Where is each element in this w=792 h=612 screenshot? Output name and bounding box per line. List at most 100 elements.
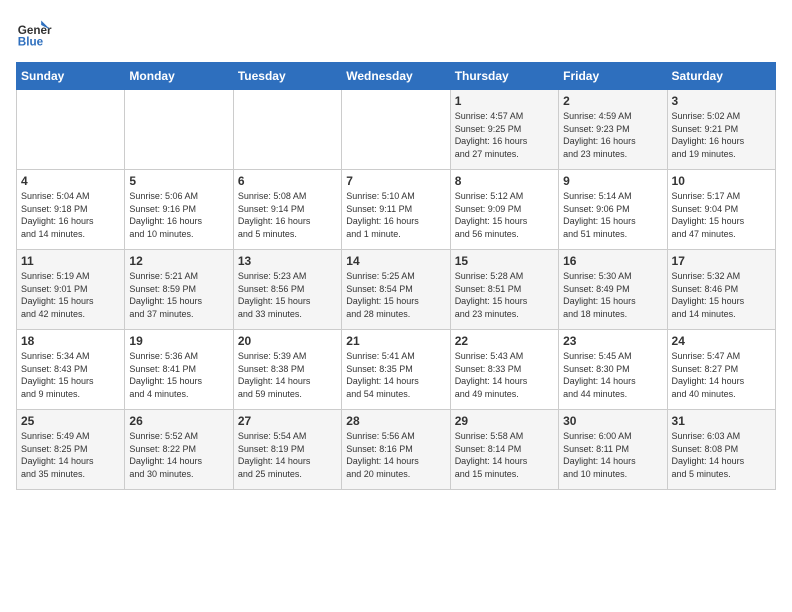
day-cell xyxy=(342,90,450,170)
day-info: Sunrise: 5:14 AM Sunset: 9:06 PM Dayligh… xyxy=(563,190,662,240)
day-cell: 10 Sunrise: 5:17 AM Sunset: 9:04 PM Dayli… xyxy=(667,170,775,250)
logo-icon: General Blue xyxy=(16,16,52,52)
day-info: Sunrise: 6:00 AM Sunset: 8:11 PM Dayligh… xyxy=(563,430,662,480)
day-info: Sunrise: 5:17 AM Sunset: 9:04 PM Dayligh… xyxy=(672,190,771,240)
day-number: 1 xyxy=(455,94,554,108)
day-info: Sunrise: 6:03 AM Sunset: 8:08 PM Dayligh… xyxy=(672,430,771,480)
week-row-3: 11Sunrise: 5:19 AM Sunset: 9:01 PM Dayli… xyxy=(17,250,776,330)
day-number: 8 xyxy=(455,174,554,188)
day-number: 19 xyxy=(129,334,228,348)
day-number: 25 xyxy=(21,414,120,428)
day-cell: 14Sunrise: 5:25 AM Sunset: 8:54 PM Dayli… xyxy=(342,250,450,330)
day-info: Sunrise: 5:02 AM Sunset: 9:21 PM Dayligh… xyxy=(672,110,771,160)
day-cell: 17 Sunrise: 5:32 AM Sunset: 8:46 PM Dayli… xyxy=(667,250,775,330)
day-info: Sunrise: 5:47 AM Sunset: 8:27 PM Dayligh… xyxy=(672,350,771,400)
day-cell: 25 Sunrise: 5:49 AM Sunset: 8:25 PM Dayli… xyxy=(17,410,125,490)
day-number: 7 xyxy=(346,174,445,188)
day-number: 20 xyxy=(238,334,337,348)
day-info: Sunrise: 5:23 AM Sunset: 8:56 PM Dayligh… xyxy=(238,270,337,320)
day-cell: 2 Sunrise: 4:59 AM Sunset: 9:23 PM Daylig… xyxy=(559,90,667,170)
header-wednesday: Wednesday xyxy=(342,63,450,90)
day-info: Sunrise: 5:56 AM Sunset: 8:16 PM Dayligh… xyxy=(346,430,445,480)
day-info: Sunrise: 5:04 AM Sunset: 9:18 PM Dayligh… xyxy=(21,190,120,240)
day-info: Sunrise: 5:39 AM Sunset: 8:38 PM Dayligh… xyxy=(238,350,337,400)
day-cell: 1 Sunrise: 4:57 AM Sunset: 9:25 PM Daylig… xyxy=(450,90,558,170)
day-cell: 19 Sunrise: 5:36 AM Sunset: 8:41 PM Dayli… xyxy=(125,330,233,410)
day-info: Sunrise: 5:28 AM Sunset: 8:51 PM Dayligh… xyxy=(455,270,554,320)
day-number: 17 xyxy=(672,254,771,268)
week-row-4: 18Sunrise: 5:34 AM Sunset: 8:43 PM Dayli… xyxy=(17,330,776,410)
day-cell: 20 Sunrise: 5:39 AM Sunset: 8:38 PM Dayli… xyxy=(233,330,341,410)
day-info: Sunrise: 5:32 AM Sunset: 8:46 PM Dayligh… xyxy=(672,270,771,320)
day-number: 30 xyxy=(563,414,662,428)
week-row-5: 25 Sunrise: 5:49 AM Sunset: 8:25 PM Dayli… xyxy=(17,410,776,490)
day-number: 31 xyxy=(672,414,771,428)
day-number: 16 xyxy=(563,254,662,268)
day-number: 22 xyxy=(455,334,554,348)
day-cell: 24 Sunrise: 5:47 AM Sunset: 8:27 PM Dayli… xyxy=(667,330,775,410)
day-cell: 6 Sunrise: 5:08 AM Sunset: 9:14 PM Daylig… xyxy=(233,170,341,250)
day-cell: 29Sunrise: 5:58 AM Sunset: 8:14 PM Dayli… xyxy=(450,410,558,490)
day-cell: 18Sunrise: 5:34 AM Sunset: 8:43 PM Dayli… xyxy=(17,330,125,410)
day-number: 9 xyxy=(563,174,662,188)
day-number: 26 xyxy=(129,414,228,428)
day-cell: 5 Sunrise: 5:06 AM Sunset: 9:16 PM Daylig… xyxy=(125,170,233,250)
day-number: 5 xyxy=(129,174,228,188)
day-cell: 9 Sunrise: 5:14 AM Sunset: 9:06 PM Daylig… xyxy=(559,170,667,250)
day-number: 13 xyxy=(238,254,337,268)
day-number: 23 xyxy=(563,334,662,348)
day-cell: 15 Sunrise: 5:28 AM Sunset: 8:51 PM Dayli… xyxy=(450,250,558,330)
week-row-2: 4 Sunrise: 5:04 AM Sunset: 9:18 PM Daylig… xyxy=(17,170,776,250)
day-number: 6 xyxy=(238,174,337,188)
day-info: Sunrise: 5:45 AM Sunset: 8:30 PM Dayligh… xyxy=(563,350,662,400)
day-cell: 16 Sunrise: 5:30 AM Sunset: 8:49 PM Dayli… xyxy=(559,250,667,330)
day-info: Sunrise: 5:21 AM Sunset: 8:59 PM Dayligh… xyxy=(129,270,228,320)
day-info: Sunrise: 5:25 AM Sunset: 8:54 PM Dayligh… xyxy=(346,270,445,320)
day-info: Sunrise: 5:54 AM Sunset: 8:19 PM Dayligh… xyxy=(238,430,337,480)
day-number: 10 xyxy=(672,174,771,188)
logo: General Blue xyxy=(16,16,52,52)
day-number: 12 xyxy=(129,254,228,268)
day-info: Sunrise: 5:06 AM Sunset: 9:16 PM Dayligh… xyxy=(129,190,228,240)
day-cell: 28Sunrise: 5:56 AM Sunset: 8:16 PM Dayli… xyxy=(342,410,450,490)
day-cell: 30 Sunrise: 6:00 AM Sunset: 8:11 PM Dayli… xyxy=(559,410,667,490)
day-info: Sunrise: 5:08 AM Sunset: 9:14 PM Dayligh… xyxy=(238,190,337,240)
day-info: Sunrise: 5:52 AM Sunset: 8:22 PM Dayligh… xyxy=(129,430,228,480)
header-saturday: Saturday xyxy=(667,63,775,90)
day-info: Sunrise: 5:43 AM Sunset: 8:33 PM Dayligh… xyxy=(455,350,554,400)
day-number: 27 xyxy=(238,414,337,428)
page-header: General Blue xyxy=(16,16,776,52)
day-info: Sunrise: 5:49 AM Sunset: 8:25 PM Dayligh… xyxy=(21,430,120,480)
day-number: 29 xyxy=(455,414,554,428)
day-info: Sunrise: 5:30 AM Sunset: 8:49 PM Dayligh… xyxy=(563,270,662,320)
day-cell: 26 Sunrise: 5:52 AM Sunset: 8:22 PM Dayli… xyxy=(125,410,233,490)
day-info: Sunrise: 5:19 AM Sunset: 9:01 PM Dayligh… xyxy=(21,270,120,320)
day-number: 21 xyxy=(346,334,445,348)
day-number: 3 xyxy=(672,94,771,108)
calendar-table: SundayMondayTuesdayWednesdayThursdayFrid… xyxy=(16,62,776,490)
day-info: Sunrise: 5:10 AM Sunset: 9:11 PM Dayligh… xyxy=(346,190,445,240)
calendar-header-row: SundayMondayTuesdayWednesdayThursdayFrid… xyxy=(17,63,776,90)
day-cell: 4 Sunrise: 5:04 AM Sunset: 9:18 PM Daylig… xyxy=(17,170,125,250)
day-cell: 13 Sunrise: 5:23 AM Sunset: 8:56 PM Dayli… xyxy=(233,250,341,330)
day-info: Sunrise: 4:57 AM Sunset: 9:25 PM Dayligh… xyxy=(455,110,554,160)
day-info: Sunrise: 4:59 AM Sunset: 9:23 PM Dayligh… xyxy=(563,110,662,160)
header-thursday: Thursday xyxy=(450,63,558,90)
day-cell xyxy=(233,90,341,170)
day-number: 2 xyxy=(563,94,662,108)
day-cell: 11Sunrise: 5:19 AM Sunset: 9:01 PM Dayli… xyxy=(17,250,125,330)
day-cell: 8 Sunrise: 5:12 AM Sunset: 9:09 PM Daylig… xyxy=(450,170,558,250)
svg-text:Blue: Blue xyxy=(18,36,44,49)
header-monday: Monday xyxy=(125,63,233,90)
day-info: Sunrise: 5:34 AM Sunset: 8:43 PM Dayligh… xyxy=(21,350,120,400)
day-number: 24 xyxy=(672,334,771,348)
day-info: Sunrise: 5:12 AM Sunset: 9:09 PM Dayligh… xyxy=(455,190,554,240)
day-cell: 7 Sunrise: 5:10 AM Sunset: 9:11 PM Daylig… xyxy=(342,170,450,250)
day-cell: 31 Sunrise: 6:03 AM Sunset: 8:08 PM Dayli… xyxy=(667,410,775,490)
header-sunday: Sunday xyxy=(17,63,125,90)
day-info: Sunrise: 5:36 AM Sunset: 8:41 PM Dayligh… xyxy=(129,350,228,400)
day-number: 15 xyxy=(455,254,554,268)
day-cell xyxy=(125,90,233,170)
day-number: 4 xyxy=(21,174,120,188)
day-cell: 12 Sunrise: 5:21 AM Sunset: 8:59 PM Dayli… xyxy=(125,250,233,330)
